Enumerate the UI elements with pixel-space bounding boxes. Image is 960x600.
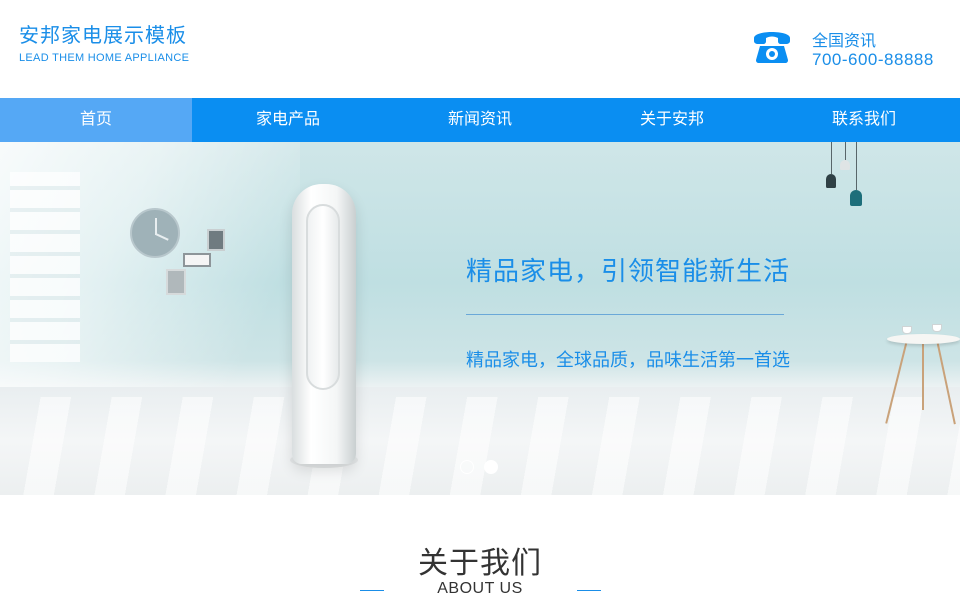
main-nav: 首页 家电产品 新闻资讯 关于安邦 联系我们 — [0, 98, 960, 142]
nav-item-home[interactable]: 首页 — [0, 98, 192, 142]
contact-phone-number[interactable]: 700-600-88888 — [812, 50, 934, 70]
contact-block: 全国资讯 700-600-88888 — [750, 24, 950, 72]
side-table-leg — [922, 340, 924, 410]
carousel-indicators — [460, 460, 498, 474]
banner-window-decoration — [10, 172, 80, 362]
lamp-wire — [845, 142, 846, 160]
carousel-dot-1[interactable] — [460, 460, 474, 474]
about-title: 关于我们 — [418, 547, 542, 580]
banner-title: 精品家电，引领智能新生活 — [466, 256, 791, 286]
logo-subtitle: LEAD THEM HOME APPLIANCE — [19, 52, 190, 64]
banner-subtitle: 精品家电，全球品质，品味生活第一首选 — [466, 350, 790, 370]
about-divider-right — [577, 590, 601, 591]
logo-title: 安邦家电展示模板 — [19, 25, 187, 47]
wall-clock-image — [130, 208, 180, 258]
about-subtitle: ABOUT US — [437, 580, 523, 597]
nav-item-contact[interactable]: 联系我们 — [768, 98, 960, 142]
photo-frame-image — [183, 253, 211, 267]
nav-item-about[interactable]: 关于安邦 — [576, 98, 768, 142]
cup-image — [902, 326, 912, 334]
pendant-lamp-image — [826, 174, 836, 188]
site-header: 安邦家电展示模板 LEAD THEM HOME APPLIANCE 全国资讯 7… — [0, 0, 960, 98]
carousel-dot-2[interactable] — [484, 460, 498, 474]
pendant-lamp-image — [850, 190, 862, 206]
telephone-icon — [754, 32, 790, 63]
contact-label: 全国资讯 — [812, 33, 877, 50]
banner-floor-light — [0, 397, 960, 495]
photo-frame-image — [166, 269, 186, 295]
air-conditioner-panel — [306, 204, 340, 390]
photo-frame-image — [207, 229, 225, 251]
about-section: 关于我们 ABOUT US — [0, 495, 960, 600]
pendant-lamp-image — [840, 160, 850, 170]
nav-item-products[interactable]: 家电产品 — [192, 98, 384, 142]
cup-image — [932, 324, 942, 332]
lamp-wire — [831, 142, 832, 174]
hero-banner: 精品家电，引领智能新生活 精品家电，全球品质，品味生活第一首选 — [0, 142, 960, 495]
nav-item-news[interactable]: 新闻资讯 — [384, 98, 576, 142]
side-table-image — [887, 334, 960, 344]
banner-divider — [466, 314, 784, 315]
air-conditioner-image — [290, 184, 358, 472]
lamp-wire — [856, 142, 857, 190]
logo[interactable]: 安邦家电展示模板 LEAD THEM HOME APPLIANCE — [19, 23, 189, 64]
